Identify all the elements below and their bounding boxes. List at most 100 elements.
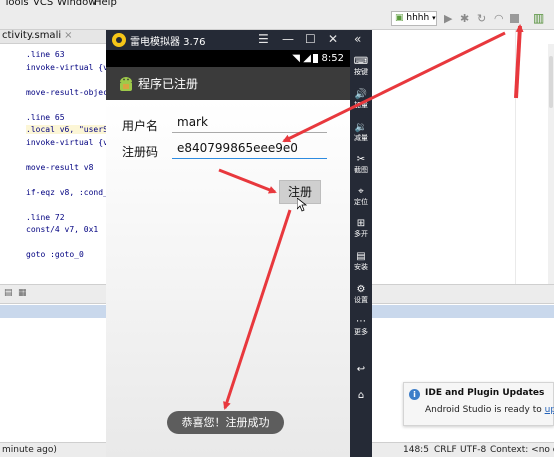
sidebar-item-volume-down[interactable]: 🔉 减量 [350, 122, 372, 143]
success-toast: 恭喜您！注册成功 [167, 411, 284, 434]
update-link[interactable]: update. [545, 405, 554, 415]
battery-icon [313, 54, 318, 63]
emulator-window: 雷电模拟器 3.76 ☰ — ☐ ✕ « ◥ ◢ 8:52 程序已注册 用户名 … [106, 30, 372, 457]
emulator-titlebar: 雷电模拟器 3.76 ☰ — ☐ ✕ « [106, 30, 372, 50]
settings-icon: ⚙ [356, 284, 366, 295]
code-line: .line 65 [26, 112, 65, 122]
sidebar-item-more[interactable]: ⋯ 更多 [350, 316, 372, 337]
layout-icon[interactable]: ▤ [4, 288, 13, 298]
code-line: .line 72 [26, 212, 65, 222]
close-icon[interactable]: × [64, 30, 72, 41]
sidebar-item-label: 加量 [354, 101, 368, 109]
code-line: move-result-object [26, 87, 113, 97]
sidebar-item-back[interactable]: ↩ [350, 364, 372, 376]
attach-icon[interactable]: ↻ [477, 12, 486, 25]
code-line: .line 63 [26, 50, 65, 59]
sidebar-item-location[interactable]: ⌖ 定位 [350, 186, 372, 207]
sidebar-item-apk[interactable]: ▤ 安装 [350, 251, 372, 272]
ide-toolbar: ▣ hhhh ▾ ▶ ✱ ↻ ◠ ▥ [0, 8, 554, 30]
status-encoding[interactable]: UTF-8 [460, 445, 486, 455]
editor-right-area [371, 30, 554, 284]
run-config-label: hhhh [406, 13, 430, 23]
menu-help[interactable]: Help [94, 0, 117, 8]
minimize-icon[interactable]: — [282, 32, 294, 46]
editor-tab[interactable]: ctivity.smali × [0, 30, 108, 44]
run-icon[interactable]: ▶ [444, 12, 452, 25]
editor-tab-label: ctivity.smali [2, 30, 62, 41]
code-line: move-result v8 [26, 162, 94, 172]
menu-vcs[interactable]: VCS [33, 0, 53, 8]
code-line: const/4 v7, 0x1 [26, 225, 99, 234]
collapse-sidebar-icon[interactable]: « [354, 32, 361, 46]
info-icon: i [409, 389, 420, 400]
android-icon [120, 77, 132, 91]
code-line: invoke-virtual {v4, [26, 137, 118, 147]
sidebar-item-label: 减量 [354, 134, 368, 142]
sidebar-item-multi-open[interactable]: ⊞ 多开 [350, 218, 372, 239]
status-position[interactable]: 148:5 [403, 445, 429, 455]
serial-input[interactable]: e840799865eee9e0 [172, 141, 327, 159]
wifi-icon: ◥ [292, 53, 300, 64]
emulator-title: 雷电模拟器 3.76 [130, 37, 206, 48]
scissors-icon: ✂ [356, 154, 366, 165]
sidebar-item-label: 安装 [354, 263, 368, 271]
sidebar-item-settings[interactable]: ⚙ 设置 [350, 284, 372, 305]
profile-icon[interactable]: ◠ [494, 12, 504, 25]
username-label: 用户名 [122, 119, 159, 133]
menu-tools[interactable]: Tools [4, 0, 29, 8]
notification-body: Android Studio is ready to update. [425, 405, 554, 415]
volume-up-icon: 🔊 [354, 89, 368, 100]
back-icon: ↩ [356, 364, 366, 375]
apk-icon: ▤ [356, 251, 366, 262]
location-icon: ⌖ [358, 186, 364, 197]
app-title: 程序已注册 [138, 77, 199, 91]
app-action-bar: 程序已注册 [106, 67, 350, 100]
sidebar-item-label: 按键 [354, 68, 368, 76]
grid-icon[interactable]: ▦ [18, 288, 27, 298]
sidebar-item-label: 定位 [354, 198, 368, 206]
status-message: minute ago) [2, 445, 57, 455]
sidebar-item-keyboard[interactable]: ⌨ 按键 [350, 56, 372, 77]
run-config-select[interactable]: ▣ hhhh ▾ [391, 11, 437, 26]
notification-body-text: Android Studio is ready to [425, 405, 542, 415]
maximize-icon[interactable]: ☐ [305, 32, 316, 46]
editor-scrollbar[interactable] [548, 44, 554, 284]
code-line: .local v6, "userSN" [26, 125, 118, 134]
status-line-separator[interactable]: CRLF [434, 445, 457, 455]
notification-title: IDE and Plugin Updates [425, 388, 545, 398]
menu-icon[interactable]: ☰ [258, 32, 269, 46]
emulator-sidebar: ⌨ 按键 🔊 加量 🔉 减量 ✂ 截图 ⌖ 定位 ⊞ 多开 ▤ 安装 ⚙ 设置 ⋯ 更多 ↩ ⌂ [350, 50, 372, 457]
keyboard-icon: ⌨ [353, 56, 369, 67]
chevron-down-icon: ▾ [432, 14, 436, 22]
code-editor[interactable]: .line 63 invoke-virtual {v5}, move-result-… [0, 44, 122, 284]
sidebar-item-label: 更多 [354, 328, 368, 336]
debug-icon[interactable]: ✱ [460, 12, 469, 25]
android-status-bar: ◥ ◢ 8:52 [106, 50, 350, 67]
code-line: if-eqz v8, :cond_0 [26, 187, 113, 197]
signal-icon: ◢ [303, 53, 311, 64]
app-screen: 用户名 mark 注册码 e840799865eee9e0 注册 恭喜您！注册成… [106, 100, 350, 457]
sidebar-item-label: 截图 [354, 166, 368, 174]
multi-open-icon: ⊞ [356, 218, 366, 229]
sidebar-item-scissors[interactable]: ✂ 截图 [350, 154, 372, 175]
sidebar-item-label: 设置 [354, 296, 368, 304]
username-input[interactable]: mark [172, 115, 327, 133]
volume-down-icon: 🔉 [354, 122, 368, 133]
run-config-icon: ▣ [395, 13, 404, 23]
stop-icon[interactable] [510, 14, 519, 23]
menu-window[interactable]: Window [57, 0, 96, 8]
ide-menubar: Tools VCS Window Help [0, 0, 554, 8]
emulator-logo [112, 33, 126, 47]
sdk-manager-icon[interactable]: ▥ [533, 11, 544, 25]
close-icon[interactable]: ✕ [328, 32, 338, 46]
update-notification[interactable]: i IDE and Plugin Updates Android Studio … [403, 382, 554, 426]
sidebar-item-volume-up[interactable]: 🔊 加量 [350, 89, 372, 110]
more-icon: ⋯ [356, 316, 366, 327]
code-line: goto :goto_0 [26, 250, 84, 259]
mouse-cursor-icon [297, 198, 307, 212]
sidebar-item-home[interactable]: ⌂ [350, 390, 372, 402]
serial-label: 注册码 [122, 145, 159, 159]
status-context[interactable]: Context: <no cont [490, 445, 554, 455]
status-time: 8:52 [321, 53, 344, 64]
home-icon: ⌂ [357, 390, 365, 401]
